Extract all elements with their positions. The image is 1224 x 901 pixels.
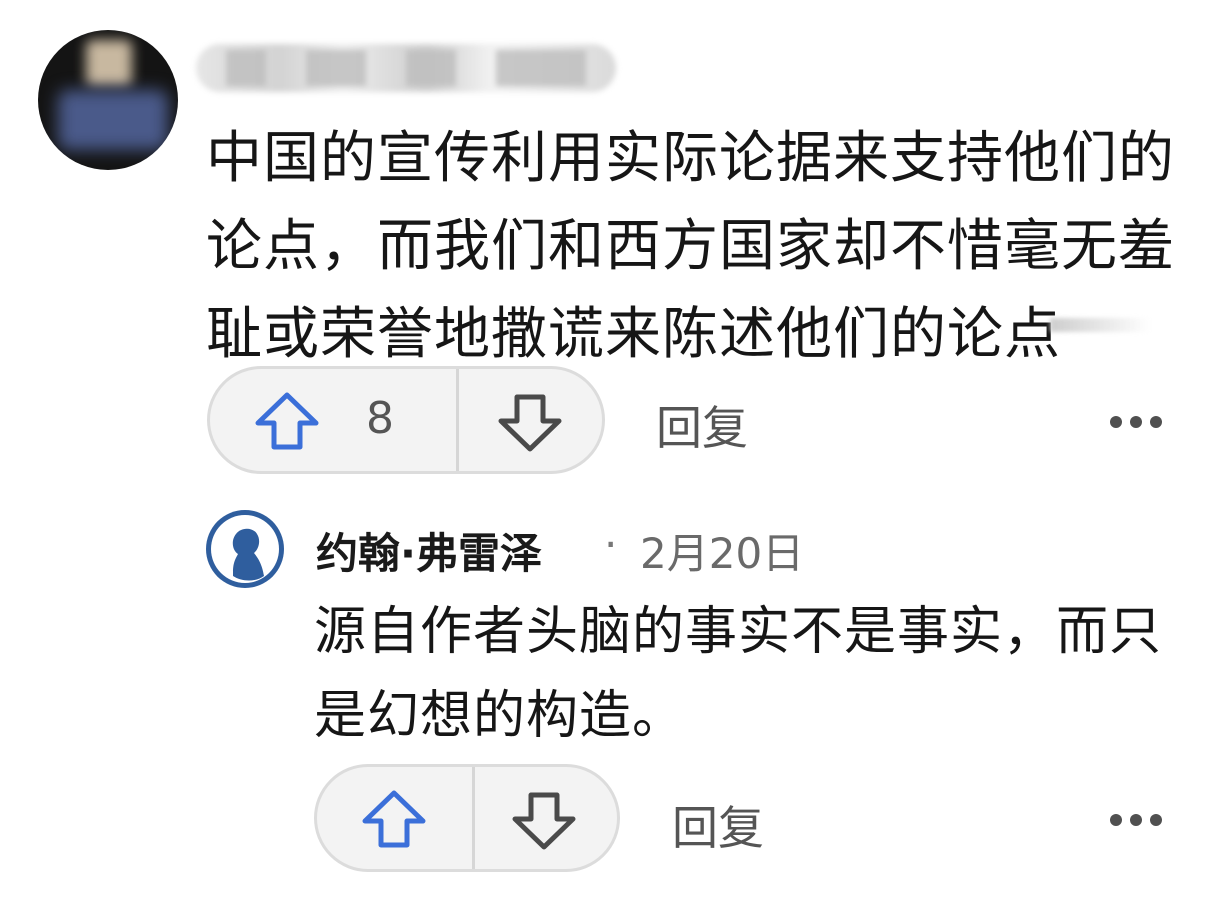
- avatar-blur: [86, 40, 132, 86]
- avatar-blur: [58, 90, 168, 150]
- text-redaction-fade: [1050, 318, 1150, 332]
- user-silhouette-icon: [211, 515, 279, 583]
- reply-author-name[interactable]: 约翰·弗雷泽: [316, 520, 542, 581]
- redaction-block: [406, 50, 456, 86]
- more-horizontal-icon[interactable]: [1108, 812, 1168, 828]
- upvote-button[interactable]: 8: [210, 369, 456, 471]
- commenter-avatar[interactable]: [38, 30, 178, 170]
- redaction-block: [496, 50, 586, 86]
- commenter-name-redacted[interactable]: [196, 44, 616, 92]
- reply-avatar[interactable]: [206, 510, 284, 588]
- arrow-down-icon: [512, 792, 576, 850]
- more-horizontal-icon[interactable]: [1108, 414, 1168, 430]
- reply-text: 源自作者头脑的事实不是事实，而只是幻想的构造。: [314, 602, 1163, 746]
- reply-button[interactable]: 回复: [672, 792, 764, 858]
- reply-button[interactable]: 回复: [656, 392, 748, 458]
- arrow-up-icon: [255, 392, 319, 450]
- redaction-block: [306, 50, 366, 86]
- arrow-up-icon: [362, 790, 426, 848]
- arrow-down-icon: [498, 394, 562, 452]
- upvote-button[interactable]: [317, 767, 472, 869]
- comment-text: 中国的宣传利用实际论据来支持他们的论点，而我们和西方国家却不惜毫无羞耻或荣誉地撒…: [206, 126, 1175, 367]
- meta-separator: ·: [604, 520, 618, 569]
- redaction-block: [226, 50, 266, 86]
- reply-date: 2月20日: [640, 529, 805, 578]
- upvote-count: 8: [366, 393, 394, 444]
- downvote-button[interactable]: [475, 767, 617, 869]
- vote-control: 8: [207, 366, 605, 474]
- downvote-button[interactable]: [459, 369, 602, 471]
- vote-control: [314, 764, 620, 872]
